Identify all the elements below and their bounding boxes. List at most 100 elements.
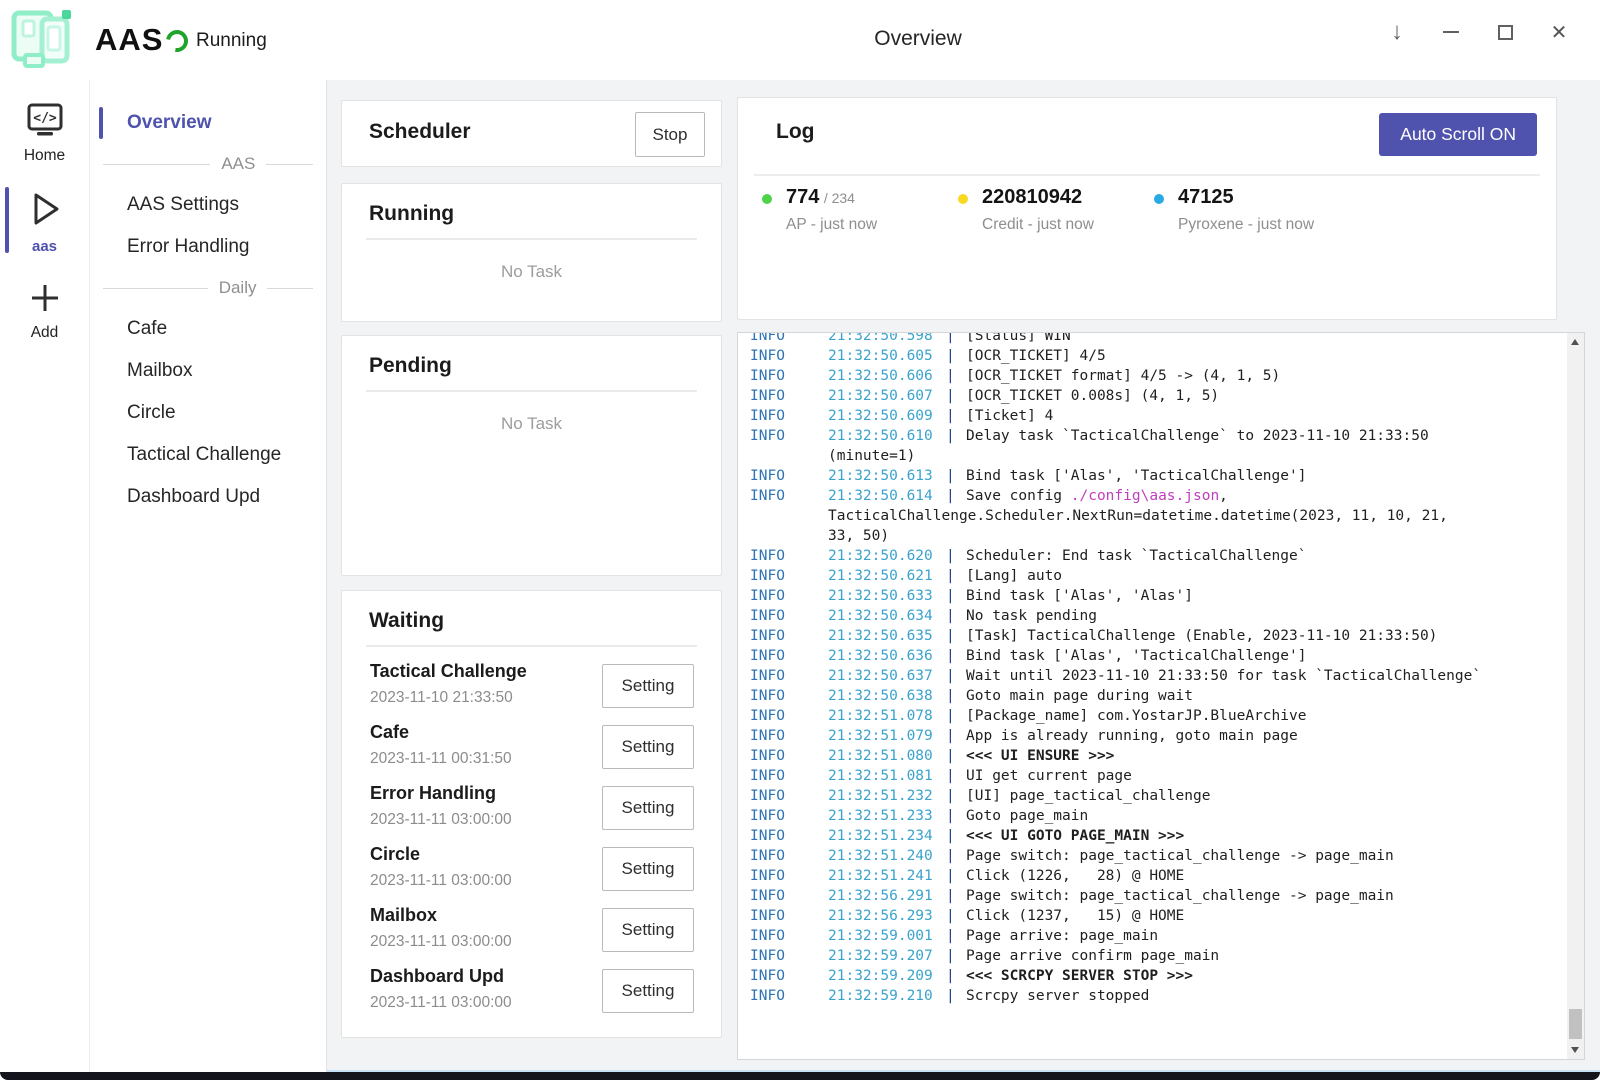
log-line: INFO21:32:56.293|Click (1237, 15) @ HOME xyxy=(738,906,1567,926)
pending-title: Pending xyxy=(369,354,721,378)
log-timestamp: 21:32:51.241 xyxy=(828,866,946,886)
log-timestamp: 21:32:50.637 xyxy=(828,666,946,686)
log-level: INFO xyxy=(750,626,828,646)
nav-item-label: Cafe xyxy=(127,318,167,340)
arrow-down-button[interactable]: ↓ xyxy=(1370,8,1424,56)
waiting-task-row: Tactical Challenge 2023-11-10 21:33:50 S… xyxy=(342,655,721,716)
log-message: [OCR_TICKET format] 4/5 -> (4, 1, 5) xyxy=(966,366,1280,386)
log-timestamp: 21:32:59.209 xyxy=(828,966,946,986)
log-level: INFO xyxy=(750,906,828,926)
setting-button[interactable]: Setting xyxy=(602,969,694,1013)
nav-item-tactical-challenge[interactable]: Tactical Challenge xyxy=(90,434,326,476)
log-line: INFO21:32:50.636|Bind task ['Alas', 'Tac… xyxy=(738,646,1567,666)
log-line: INFO21:32:51.081|UI get current page xyxy=(738,766,1567,786)
log-message: (minute=1) xyxy=(828,446,915,466)
stat-value: 47125 xyxy=(1178,186,1234,208)
stat-dot-icon xyxy=(958,194,968,204)
log-line: 33, 50) xyxy=(738,526,1567,546)
log-console[interactable]: INFO21:32:50.598|[Status] WININFO21:32:5… xyxy=(737,332,1585,1060)
log-message: TacticalChallenge.Scheduler.NextRun=date… xyxy=(828,506,1448,526)
log-message: Click (1237, 15) @ HOME xyxy=(966,906,1184,926)
maximize-button[interactable] xyxy=(1478,8,1532,56)
log-line: INFO21:32:50.620|Scheduler: End task `Ta… xyxy=(738,546,1567,566)
nav-item-circle[interactable]: Circle xyxy=(90,392,326,434)
divider-line xyxy=(103,164,210,165)
log-timestamp: 21:32:59.001 xyxy=(828,926,946,946)
app-name: AAS xyxy=(95,22,163,58)
minimize-button[interactable] xyxy=(1424,8,1478,56)
dashboard-stats: 774 / 234 AP - just now 220810942 Credit… xyxy=(762,186,1350,234)
setting-button[interactable]: Setting xyxy=(602,725,694,769)
rail-label-aas: aas xyxy=(32,238,57,255)
log-line: INFO21:32:50.598|[Status] WIN xyxy=(738,333,1567,346)
setting-button[interactable]: Setting xyxy=(602,847,694,891)
log-line: INFO21:32:50.634|No task pending xyxy=(738,606,1567,626)
rail-item-home[interactable]: </> Home xyxy=(0,94,89,165)
rail-active-indicator xyxy=(5,187,9,253)
log-timestamp: 21:32:50.614 xyxy=(828,486,946,506)
home-icon: </> xyxy=(26,102,64,143)
rail-item-aas[interactable]: aas xyxy=(0,181,89,255)
log-level: INFO xyxy=(750,826,828,846)
divider-line xyxy=(266,164,313,165)
setting-button[interactable]: Setting xyxy=(602,908,694,952)
nav-item-error-handling[interactable]: Error Handling xyxy=(90,226,326,268)
log-level: INFO xyxy=(750,646,828,666)
log-line: INFO21:32:51.079|App is already running,… xyxy=(738,726,1567,746)
scrollbar-up-icon[interactable] xyxy=(1571,339,1579,345)
log-message: Scrcpy server stopped xyxy=(966,986,1149,1006)
log-timestamp: 21:32:50.607 xyxy=(828,386,946,406)
window-controls: ↓ ✕ xyxy=(1370,8,1586,56)
log-line: INFO21:32:50.605|[OCR_TICKET] 4/5 xyxy=(738,346,1567,366)
log-line: TacticalChallenge.Scheduler.NextRun=date… xyxy=(738,506,1567,526)
log-timestamp: 21:32:50.609 xyxy=(828,406,946,426)
log-level: INFO xyxy=(750,546,828,566)
scrollbar-thumb[interactable] xyxy=(1569,1009,1582,1039)
scheduler-title: Scheduler xyxy=(369,120,471,144)
setting-button[interactable]: Setting xyxy=(602,664,694,708)
nav-item-mailbox[interactable]: Mailbox xyxy=(90,350,326,392)
log-level: INFO xyxy=(750,666,828,686)
log-message: Page switch: page_tactical_challenge -> … xyxy=(966,846,1394,866)
log-message: <<< UI GOTO PAGE_MAIN >>> xyxy=(966,826,1184,846)
nav-item-dashboard-upd[interactable]: Dashboard Upd xyxy=(90,476,326,518)
stat-label: Pyroxene - just now xyxy=(1178,216,1314,234)
log-level: INFO xyxy=(750,606,828,626)
close-icon: ✕ xyxy=(1551,20,1568,45)
stat-dot-icon xyxy=(1154,194,1164,204)
nav-item-label: Circle xyxy=(127,402,176,424)
window-bottom-edge xyxy=(0,1072,1600,1080)
log-line: INFO21:32:51.078|[Package_name] com.Yost… xyxy=(738,706,1567,726)
auto-scroll-button[interactable]: Auto Scroll ON xyxy=(1379,113,1537,156)
log-timestamp: 21:32:50.598 xyxy=(828,333,946,346)
log-timestamp: 21:32:50.621 xyxy=(828,566,946,586)
nav-item-overview[interactable]: Overview xyxy=(90,102,326,144)
running-spinner-icon xyxy=(162,26,193,57)
log-line: INFO21:32:50.614|Save config ./config\aa… xyxy=(738,486,1567,506)
log-lines: INFO21:32:50.598|[Status] WININFO21:32:5… xyxy=(738,333,1567,1006)
scrollbar-down-icon[interactable] xyxy=(1571,1047,1579,1053)
log-timestamp: 21:32:56.293 xyxy=(828,906,946,926)
running-card: Running No Task xyxy=(341,183,722,322)
nav-item-cafe[interactable]: Cafe xyxy=(90,308,326,350)
main-content: Scheduler Stop Running No Task Pending N… xyxy=(327,80,1600,1072)
log-level: INFO xyxy=(750,686,828,706)
log-timestamp: 21:32:51.240 xyxy=(828,846,946,866)
nav-section-divider: Daily xyxy=(90,268,326,308)
log-message: Bind task ['Alas', 'Alas'] xyxy=(966,586,1193,606)
rail-item-add[interactable]: Add xyxy=(0,273,89,342)
waiting-card: Waiting Tactical Challenge 2023-11-10 21… xyxy=(341,590,722,1038)
close-button[interactable]: ✕ xyxy=(1532,8,1586,56)
log-timestamp: 21:32:59.207 xyxy=(828,946,946,966)
log-scrollbar[interactable] xyxy=(1567,333,1584,1059)
log-timestamp: 21:32:56.291 xyxy=(828,886,946,906)
log-timestamp: 21:32:51.234 xyxy=(828,826,946,846)
nav-item-aas-settings[interactable]: AAS Settings xyxy=(90,184,326,226)
log-level: INFO xyxy=(750,766,828,786)
divider-line xyxy=(103,288,208,289)
log-line: INFO21:32:56.291|Page switch: page_tacti… xyxy=(738,886,1567,906)
log-level: INFO xyxy=(750,986,828,1006)
setting-button[interactable]: Setting xyxy=(602,786,694,830)
stop-button[interactable]: Stop xyxy=(635,112,705,157)
log-line: INFO21:32:51.233|Goto page_main xyxy=(738,806,1567,826)
